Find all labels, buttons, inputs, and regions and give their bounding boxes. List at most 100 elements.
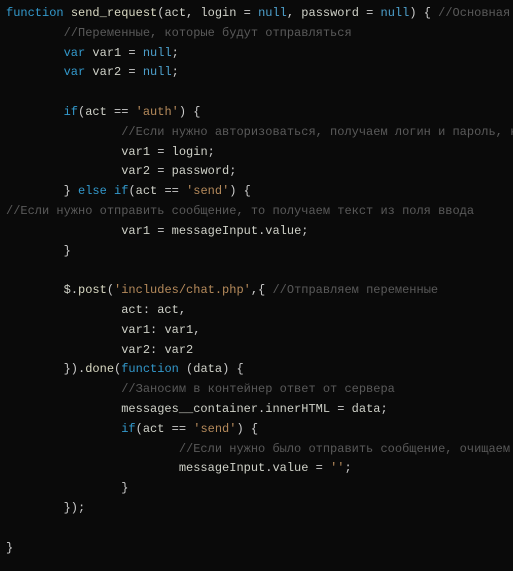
token-pn: ; [344, 461, 351, 475]
token-null: null [258, 6, 287, 20]
token-pn: ) { [179, 105, 201, 119]
token-null: null [143, 46, 172, 60]
token-pn [6, 343, 121, 357]
token-pn: ,{ [251, 283, 273, 297]
token-pn [6, 145, 121, 159]
token-str: 'auth' [136, 105, 179, 119]
token-id: login [172, 145, 208, 159]
token-id: act [85, 105, 107, 119]
token-pn: = [359, 6, 381, 20]
token-pn: : [143, 303, 157, 317]
token-pn: } [6, 481, 128, 495]
token-id: var2 [121, 343, 150, 357]
token-pn: = [150, 164, 172, 178]
token-pn: ( [128, 184, 135, 198]
token-id: var1 [121, 145, 150, 159]
token-kw: function [6, 6, 71, 20]
token-id: data [193, 362, 222, 376]
token-pn [6, 382, 121, 396]
token-pn: , [186, 6, 200, 20]
token-kw: if [64, 105, 78, 119]
token-pn: = [121, 65, 143, 79]
token-id: act [121, 303, 143, 317]
token-fn: done [85, 362, 114, 376]
token-pn [6, 105, 64, 119]
token-pn: ; [172, 46, 179, 60]
token-kw: var [64, 46, 93, 60]
token-id: var1 [164, 323, 193, 337]
token-pn [6, 125, 121, 139]
token-cm: //Основная функция [438, 6, 513, 20]
token-kw: else if [78, 184, 128, 198]
token-id: var1 [121, 323, 150, 337]
token-id: act [136, 184, 158, 198]
token-pn: : [150, 323, 164, 337]
token-pn: = [308, 461, 330, 475]
token-id: password [172, 164, 230, 178]
token-cm: //Если нужно было отправить сообщение, о… [179, 442, 513, 456]
token-fn: send_request [71, 6, 157, 20]
token-pn: } [6, 184, 78, 198]
token-str: '' [330, 461, 344, 475]
token-pn [6, 323, 121, 337]
token-pn: . [71, 283, 78, 297]
token-id: act [157, 303, 179, 317]
token-id: innerHTML [265, 402, 330, 416]
token-pn: ; [380, 402, 387, 416]
token-kw: var [64, 65, 93, 79]
token-id: var2 [121, 164, 150, 178]
token-fn: post [78, 283, 107, 297]
token-pn: ; [208, 145, 215, 159]
token-pn [6, 263, 13, 277]
token-pn: ( [107, 283, 114, 297]
token-null: null [381, 6, 410, 20]
token-pn [6, 521, 13, 535]
token-id: act [164, 6, 186, 20]
token-str: 'send' [186, 184, 229, 198]
token-id: messageInput [179, 461, 265, 475]
token-pn: ( [136, 422, 143, 436]
token-pn: , [179, 303, 186, 317]
token-pn: ; [301, 224, 308, 238]
token-id: var2 [92, 65, 121, 79]
token-pn [6, 461, 179, 475]
token-id: var2 [164, 343, 193, 357]
token-pn [6, 46, 64, 60]
token-pn: ; [229, 164, 236, 178]
token-pn: = [150, 224, 172, 238]
token-pn: = [150, 145, 172, 159]
token-id: password [301, 6, 359, 20]
token-pn: , [287, 6, 301, 20]
token-pn [6, 422, 121, 436]
token-id: act [143, 422, 165, 436]
token-pn [6, 224, 121, 238]
token-pn [6, 164, 121, 178]
code-content: function send_request(act, login = null,… [6, 6, 513, 555]
token-pn [6, 65, 64, 79]
token-pn [6, 283, 64, 297]
token-id: data [352, 402, 381, 416]
token-pn: == [157, 184, 186, 198]
token-pn: : [150, 343, 164, 357]
token-pn [6, 402, 121, 416]
token-id: messages__container [121, 402, 258, 416]
token-pn: ) { [236, 422, 258, 436]
token-pn: ; [172, 65, 179, 79]
token-str: 'send' [193, 422, 236, 436]
code-block: function send_request(act, login = null,… [0, 0, 513, 562]
token-pn: = [121, 46, 143, 60]
token-id: $ [64, 283, 71, 297]
token-pn: } [6, 541, 13, 555]
token-pn: , [193, 323, 200, 337]
token-pn: ) { [229, 184, 251, 198]
token-str: 'includes/chat.php' [114, 283, 251, 297]
token-cm: //Переменные, которые будут отправляться [64, 26, 352, 40]
token-pn: == [107, 105, 136, 119]
token-pn [6, 442, 179, 456]
token-pn: } [6, 244, 71, 258]
token-pn: ) { [409, 6, 438, 20]
token-id: var1 [121, 224, 150, 238]
token-cm: //Отправляем переменные [272, 283, 438, 297]
token-pn [6, 26, 64, 40]
token-pn: ) { [222, 362, 244, 376]
